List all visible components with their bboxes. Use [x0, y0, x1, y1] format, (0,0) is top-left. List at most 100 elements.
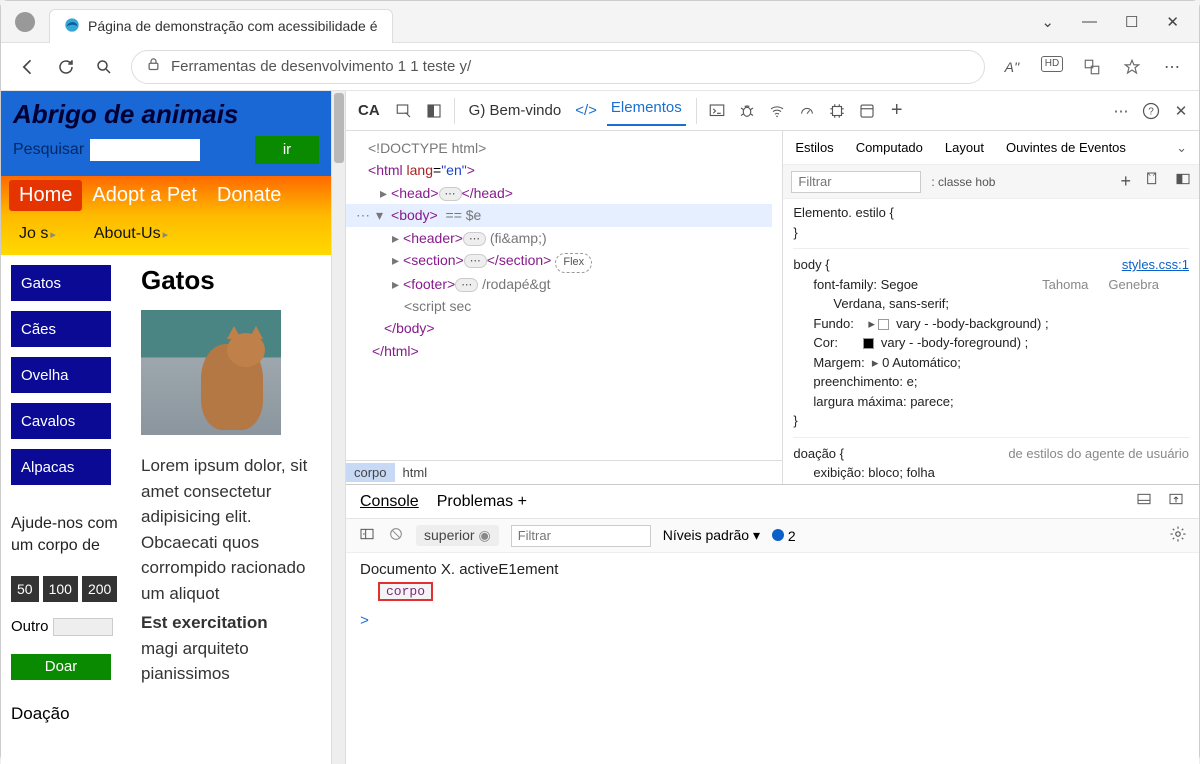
search-label: Pesquisar	[13, 141, 84, 159]
search-icon[interactable]	[93, 56, 115, 78]
edge-icon	[64, 17, 80, 36]
main-nav: Home Adopt a Pet Donate Jo s▸ About-Us▸	[1, 176, 331, 255]
issues-indicator[interactable]: 2	[772, 528, 796, 544]
dropdown-icon: ▸	[50, 229, 56, 241]
application-icon[interactable]	[857, 101, 877, 121]
minimize-icon[interactable]: —	[1082, 13, 1097, 31]
devtools: CA G) Bem-vindo </> Elementos + ⋯ ? ✕ <!…	[345, 91, 1199, 764]
amount-200[interactable]: 200	[82, 576, 117, 602]
styles-body[interactable]: Elemento. estilo { } body {styles.css:1 …	[783, 199, 1199, 484]
elements-tab[interactable]: Elementos	[607, 95, 686, 126]
read-aloud-icon[interactable]: A''	[1001, 56, 1023, 78]
console-toolbar: superior ◉ Níveis padrão ▾ 2	[346, 519, 1199, 553]
sidebar-toggle-icon[interactable]	[358, 526, 376, 545]
styles-tabs: Estilos Computado Layout Ouvintes de Eve…	[783, 131, 1199, 165]
styles-filter-bar: : classe hob +	[783, 165, 1199, 199]
hd-icon[interactable]: HD	[1041, 56, 1063, 72]
tab-estilos[interactable]: Estilos	[795, 140, 833, 155]
result-chip[interactable]: corpo	[378, 582, 433, 601]
log-levels[interactable]: Níveis padrão ▾	[663, 527, 760, 544]
nav-donate[interactable]: Donate	[207, 180, 292, 211]
bug-icon[interactable]	[737, 101, 757, 121]
donate-button[interactable]: Doar	[11, 654, 111, 680]
tab-problems[interactable]: Problemas +	[437, 493, 527, 511]
refresh-button[interactable]	[55, 56, 77, 78]
dom-breadcrumb[interactable]: corpohtml	[346, 460, 782, 484]
sidebar-item-gatos[interactable]: Gatos	[11, 265, 111, 301]
styles-filter-input[interactable]	[791, 171, 921, 193]
browser-tab[interactable]: Página de demonstração com acessibilidad…	[49, 9, 393, 43]
search-go-button[interactable]: ir	[255, 136, 319, 164]
sidebar-item-ovelha[interactable]: Ovelha	[11, 357, 111, 393]
device-icon[interactable]	[424, 101, 444, 121]
cls-toggle[interactable]: : classe hob	[931, 175, 995, 189]
tab-title: Página de demonstração com acessibilidad…	[88, 18, 378, 34]
network-icon[interactable]	[767, 101, 787, 121]
back-button[interactable]	[17, 56, 39, 78]
clear-console-icon[interactable]	[388, 526, 404, 545]
tab-layout[interactable]: Layout	[945, 140, 984, 155]
dom-tree[interactable]: <!DOCTYPE html> <html lang="en"> ▸<head>…	[346, 131, 782, 460]
console-settings-icon[interactable]	[1169, 525, 1187, 546]
toggle-classes-icon[interactable]	[1145, 171, 1161, 192]
nav-about[interactable]: About-Us▸	[84, 221, 178, 247]
help-icon[interactable]: ?	[1141, 101, 1161, 121]
search-input[interactable]	[90, 139, 200, 161]
devtools-toolbar: CA G) Bem-vindo </> Elementos + ⋯ ? ✕	[346, 91, 1199, 131]
chevron-down-icon[interactable]: ⌄	[1176, 140, 1187, 156]
page-scrollbar[interactable]	[331, 91, 345, 764]
donation-heading: Doação	[11, 704, 131, 724]
more-tools-icon[interactable]: ⋯	[1111, 101, 1131, 121]
profile-avatar[interactable]	[15, 12, 35, 32]
context-selector[interactable]: superior ◉	[416, 525, 499, 546]
close-devtools-icon[interactable]: ✕	[1171, 101, 1191, 121]
window-controls: ⌄ — ☐ ✕	[1041, 13, 1199, 31]
console-icon[interactable]	[707, 101, 727, 121]
close-icon[interactable]: ✕	[1166, 13, 1179, 31]
computed-icon[interactable]	[1175, 171, 1191, 192]
add-tab-icon[interactable]: +	[887, 101, 907, 121]
nav-adopt[interactable]: Adopt a Pet	[82, 180, 207, 211]
lock-icon	[146, 57, 161, 76]
sidebar-item-alpacas[interactable]: Alpacas	[11, 449, 111, 485]
other-amount-input[interactable]	[53, 618, 113, 636]
window-titlebar: Página de demonstração com acessibilidad…	[1, 1, 1199, 43]
nav-home[interactable]: Home	[9, 180, 82, 211]
welcome-tab[interactable]: G) Bem-vindo	[465, 98, 566, 123]
page-header: Abrigo de animais Pesquisar ir	[1, 91, 331, 176]
amount-100[interactable]: 100	[43, 576, 78, 602]
translate-icon[interactable]	[1081, 56, 1103, 78]
memory-icon[interactable]	[827, 101, 847, 121]
sidebar-item-cavalos[interactable]: Cavalos	[11, 403, 111, 439]
console-drawer: Console Problemas + superior ◉ Níveis pa…	[346, 484, 1199, 764]
console-output[interactable]: Documento X. activeE1ement corpo >	[346, 553, 1199, 764]
maximize-icon[interactable]: ☐	[1125, 13, 1138, 31]
amount-50[interactable]: 50	[11, 576, 39, 602]
nav-jobs[interactable]: Jo s▸	[9, 221, 66, 247]
dock-icon[interactable]	[1135, 491, 1153, 512]
other-amount: Outro	[11, 618, 131, 636]
chevron-down-icon[interactable]: ⌄	[1041, 13, 1054, 31]
console-prompt[interactable]: >	[360, 613, 1185, 630]
url-text: Ferramentas de desenvolvimento 1 1 teste…	[171, 58, 471, 75]
content-heading: Gatos	[141, 265, 321, 296]
help-text: Ajude-nos com um corpo de	[11, 513, 131, 556]
ca-label: CA	[354, 98, 384, 123]
tab-console[interactable]: Console	[360, 493, 419, 511]
more-icon[interactable]: ⋯	[1161, 56, 1183, 78]
tab-computado[interactable]: Computado	[856, 140, 923, 155]
tab-eventos[interactable]: Ouvintes de Eventos	[1006, 140, 1126, 155]
favorite-icon[interactable]	[1121, 56, 1143, 78]
cat-image	[141, 310, 281, 435]
address-field[interactable]: Ferramentas de desenvolvimento 1 1 teste…	[131, 50, 985, 84]
console-filter-input[interactable]	[511, 525, 651, 547]
source-link[interactable]: styles.css:1	[1122, 255, 1189, 275]
donation-amounts: 50 100 200	[11, 576, 131, 602]
performance-icon[interactable]	[797, 101, 817, 121]
sidebar-item-caes[interactable]: Cães	[11, 311, 111, 347]
new-rule-icon[interactable]: +	[1120, 171, 1131, 192]
styles-panel: Estilos Computado Layout Ouvintes de Eve…	[783, 131, 1199, 484]
expand-icon[interactable]	[1167, 491, 1185, 512]
eye-icon: ◉	[478, 527, 490, 543]
inspect-icon[interactable]	[394, 101, 414, 121]
